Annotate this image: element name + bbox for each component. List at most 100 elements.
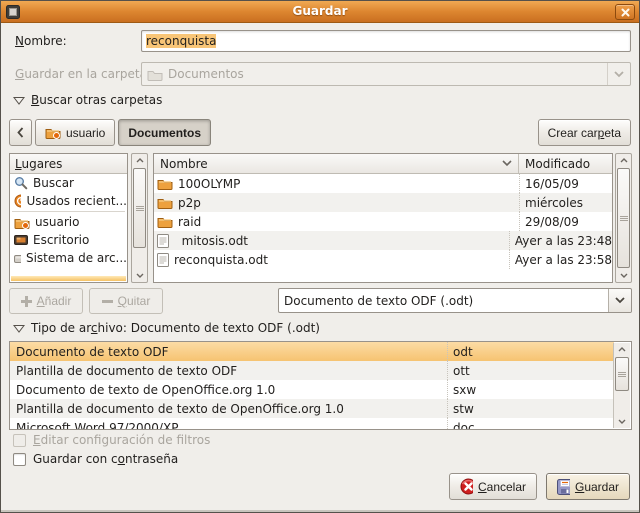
folder-label: Guardar en la carpeta: — [15, 67, 151, 81]
close-icon — [621, 8, 630, 17]
file-row[interactable]: 100OLYMP 16/05/09 — [154, 174, 612, 193]
places-separator — [12, 211, 125, 212]
scroll-down-icon[interactable] — [614, 415, 630, 428]
plus-icon — [21, 296, 32, 307]
add-button: Añadir — [9, 288, 83, 314]
drive-icon — [14, 253, 21, 264]
path-segment-usuario[interactable]: usuario — [35, 119, 115, 146]
places-item-sistema-de-archivos[interactable]: Sistema de arc... — [10, 249, 127, 267]
files-scrollbar[interactable] — [615, 153, 632, 283]
thumb-grip — [620, 216, 628, 221]
file-row[interactable]: p2p miércoles — [154, 193, 612, 212]
modified-cell: Ayer a las 23:58 — [509, 250, 612, 269]
modified-cell: 16/05/09 — [519, 174, 612, 193]
filetype-row[interactable]: Plantilla de documento de texto ODF ott — [10, 361, 614, 380]
cancel-icon — [460, 478, 473, 495]
checkbox-unchecked-icon[interactable] — [13, 453, 26, 466]
filename-input[interactable]: reconquista — [141, 30, 631, 52]
format-combobox[interactable]: Documento de texto ODF (.odt) — [278, 288, 632, 313]
scroll-up-icon[interactable] — [132, 154, 147, 167]
recently-used-icon — [14, 194, 21, 208]
checkbox-unchecked-icon — [13, 434, 26, 447]
filetype-expander-label: Tipo de archivo: Documento de texto ODF … — [31, 321, 320, 335]
places-item-escritorio[interactable]: Escritorio — [10, 231, 127, 249]
filetype-list: Documento de texto ODF odt Plantilla de … — [9, 341, 632, 430]
cancel-button[interactable]: Cancelar — [449, 473, 537, 500]
document-icon — [157, 234, 169, 248]
files-panel: Nombre Modificado 100OLYMP 16/05/09 p2p … — [153, 153, 613, 283]
scroll-down-icon[interactable] — [616, 269, 631, 282]
places-header[interactable]: Lugares — [10, 154, 127, 174]
filetype-row[interactable]: Plantilla de documento de texto de OpenO… — [10, 399, 614, 418]
places-partial-selected-row — [11, 276, 126, 281]
scroll-down-icon[interactable] — [132, 269, 147, 282]
create-folder-button[interactable]: Crear carpeta — [538, 119, 631, 146]
modified-cell: Ayer a las 23:48 — [509, 231, 612, 250]
selected-text: reconquista — [146, 34, 216, 48]
places-item-usados-recientemente[interactable]: Usados recient... — [10, 192, 127, 210]
folder-icon — [157, 196, 173, 209]
password-checkbox-row[interactable]: Guardar con contraseña — [13, 451, 178, 467]
column-header-modificado[interactable]: Modificado — [519, 154, 612, 173]
folder-combobox-value: Documentos — [168, 67, 244, 81]
browse-folders-label: Buscar otras carpetas — [31, 93, 162, 107]
filetype-scrollbar[interactable] — [613, 343, 630, 428]
modified-cell: 29/08/09 — [519, 212, 612, 231]
modified-cell: miércoles — [519, 193, 612, 212]
path-bar: usuario Documentos Crear carpeta — [9, 119, 631, 146]
scrollbar-thumb[interactable] — [617, 168, 630, 268]
thumb-grip — [136, 206, 144, 211]
path-segment-documentos[interactable]: Documentos — [118, 119, 211, 146]
minus-icon — [102, 296, 113, 307]
edit-filter-checkbox-row: Editar configuración de filtros — [13, 432, 210, 448]
home-folder-icon — [45, 126, 61, 139]
scroll-up-icon[interactable] — [616, 154, 631, 167]
remove-button: Quitar — [89, 288, 163, 314]
scrollbar-thumb[interactable] — [615, 357, 629, 391]
scroll-up-icon[interactable] — [614, 343, 630, 356]
thumb-grip — [618, 372, 626, 377]
folder-icon — [157, 177, 173, 190]
file-row[interactable]: mitosis.odt Ayer a las 23:48 — [154, 231, 612, 250]
folder-icon — [157, 215, 173, 228]
browse-folders-expander[interactable]: Buscar otras carpetas — [13, 93, 162, 107]
titlebar[interactable]: Guardar — [1, 1, 639, 23]
format-combobox-value: Documento de texto ODF (.odt) — [284, 294, 473, 308]
places-item-buscar[interactable]: Buscar — [10, 174, 127, 192]
filetype-row-selected[interactable]: Documento de texto ODF odt — [10, 342, 614, 361]
expander-open-icon — [13, 96, 25, 105]
window-title: Guardar — [1, 4, 639, 18]
chevron-left-icon — [17, 127, 24, 138]
file-row[interactable]: reconquista.odt Ayer a las 23:58 — [154, 250, 612, 269]
path-back-button[interactable] — [9, 119, 32, 146]
home-folder-icon — [14, 216, 30, 229]
dialog-actions: Cancelar Guardar — [449, 473, 630, 500]
document-icon — [157, 253, 169, 267]
search-icon — [14, 176, 28, 190]
save-button[interactable]: Guardar — [546, 473, 630, 500]
sort-indicator-icon — [502, 160, 512, 167]
extension-cell: stw — [447, 399, 614, 418]
places-item-usuario[interactable]: usuario — [10, 213, 127, 231]
file-row[interactable]: raid 29/08/09 — [154, 212, 612, 231]
desktop-icon — [14, 234, 28, 246]
pathbar-spacer — [214, 119, 535, 146]
extension-cell: doc — [447, 418, 614, 430]
places-scrollbar[interactable] — [131, 153, 148, 283]
extension-cell: sxw — [447, 380, 614, 399]
chevron-down-icon — [607, 63, 630, 85]
expander-open-icon — [13, 324, 25, 333]
save-dialog: Guardar Nombre: reconquista Guardar en l… — [0, 0, 640, 513]
close-button[interactable] — [615, 4, 635, 20]
column-header-nombre[interactable]: Nombre — [154, 154, 519, 173]
filetype-row[interactable]: Documento de texto de OpenOffice.org 1.0… — [10, 380, 614, 399]
save-icon — [557, 479, 570, 495]
extension-cell: ott — [447, 361, 614, 380]
filetype-expander[interactable]: Tipo de archivo: Documento de texto ODF … — [13, 321, 320, 335]
name-label: Nombre: — [15, 34, 67, 48]
filetype-row[interactable]: Microsoft Word 97/2000/XP doc — [10, 418, 614, 430]
extension-cell: odt — [447, 342, 614, 361]
chevron-down-icon — [608, 289, 631, 312]
scrollbar-thumb[interactable] — [133, 168, 146, 248]
places-panel: Lugares Buscar Usados recient... — [9, 153, 128, 283]
